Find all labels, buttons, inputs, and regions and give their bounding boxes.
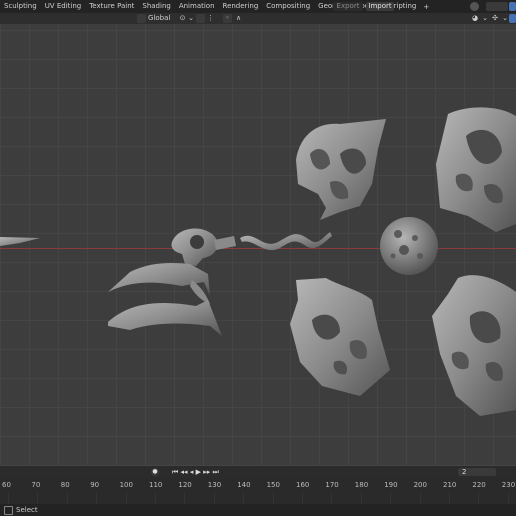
frame-tick-label: 60 (2, 481, 11, 489)
filter-icon[interactable] (509, 2, 516, 11)
add-workspace-button[interactable]: + (420, 3, 432, 11)
workspace-tab[interactable]: Sculpting (0, 0, 41, 13)
frame-tick-label: 80 (60, 481, 70, 489)
frame-tick-label: 230 (501, 481, 516, 489)
frame-tick-label: 200 (413, 481, 427, 489)
viewport-header: Global ⌄ ⊙ ⌄ ⋮ ◦ ∧ ◕ ⌄ ✣ ⌄ (0, 13, 516, 31)
frame-tick-label: 90 (90, 481, 100, 489)
sphere-object[interactable] (380, 217, 438, 275)
gizmo-icon[interactable]: ✣ (490, 14, 500, 23)
status-bar: Select (0, 504, 516, 516)
rock-upper-right[interactable] (436, 107, 516, 232)
frame-tick-label: 170 (325, 481, 339, 489)
mouse-icon (4, 506, 13, 515)
claw-object[interactable] (108, 228, 236, 336)
visibility-icon[interactable]: ◕ (470, 14, 480, 23)
workspace-bar: Sculpting UV Editing Texture Paint Shading A… (0, 0, 516, 13)
frame-gridline (243, 492, 245, 504)
workspace-tab[interactable]: Compositing (262, 0, 314, 13)
chevron-down-icon[interactable]: ⌄ (502, 14, 508, 23)
frame-gridline (37, 492, 39, 504)
frame-gridline (507, 492, 509, 504)
workspace-tab[interactable]: Texture Paint (85, 0, 138, 13)
frame-tick-label: 70 (31, 481, 41, 489)
workspace-tab[interactable]: Rendering (219, 0, 263, 13)
frame-gridline (184, 492, 186, 504)
3d-viewport[interactable] (0, 24, 516, 466)
frame-tick-label: 100 (119, 481, 133, 489)
frame-gridline (449, 492, 450, 504)
frame-gridline (478, 492, 480, 504)
rock-lower-left[interactable] (290, 278, 390, 396)
frame-gridline (8, 492, 9, 504)
frame-gridline (302, 492, 303, 504)
timeline-header: ● ⏮ ◂◂ ◂ ▶ ▸▸ ⏭ 2 (0, 466, 516, 478)
frame-gridline (125, 492, 127, 504)
frame-tick-label: 160 (296, 481, 310, 489)
frame-tick-label: 120 (178, 481, 192, 489)
rock-lower-right[interactable] (432, 275, 516, 416)
frame-tick-label: 140 (237, 481, 251, 489)
proportional-edit-icon[interactable]: ◦ (223, 14, 232, 23)
prev-keyframe-icon[interactable]: ◂◂ (181, 468, 188, 476)
pivot-point-icon[interactable]: ⊙ (178, 14, 187, 23)
frame-gridline (390, 492, 392, 504)
snap-target-icon[interactable]: ⋮ (206, 14, 215, 23)
falloff-icon[interactable]: ∧ (234, 14, 243, 23)
chevron-down-icon[interactable]: ⌄ (188, 14, 194, 23)
blade-object[interactable] (0, 237, 40, 246)
frame-tick-label: 220 (472, 481, 486, 489)
workspace-tab[interactable]: UV Editing (41, 0, 86, 13)
play-reverse-icon[interactable]: ◂ (190, 468, 194, 476)
workspace-tab[interactable]: Animation (175, 0, 219, 13)
playback-controls: ⏮ ◂◂ ◂ ▶ ▸▸ ⏭ (172, 468, 219, 476)
frame-tick-label: 180 (354, 481, 369, 489)
overlays-icon[interactable] (509, 14, 516, 23)
workspace-tab[interactable]: Shading (138, 0, 174, 13)
scene-icon[interactable] (470, 2, 479, 11)
frame-tick-label: 210 (443, 481, 457, 489)
frame-ruler[interactable]: 60 70 80 90 100 110 120 130 140 150 160 170 180 190 20… (0, 478, 516, 504)
ribbon-object[interactable] (240, 232, 332, 251)
frame-tick-label: 130 (207, 481, 222, 489)
chevron-down-icon[interactable]: ⌄ (482, 14, 488, 23)
import-button[interactable]: Import (366, 2, 394, 11)
rock-upper-left[interactable] (296, 119, 386, 220)
frame-gridline (155, 492, 156, 504)
scene-objects (0, 107, 516, 416)
play-icon[interactable]: ▶ (196, 468, 201, 476)
frame-gridline (331, 492, 333, 504)
jump-end-icon[interactable]: ⏭ (212, 468, 218, 476)
orientation-dropdown[interactable]: Global ⌄ (148, 14, 175, 31)
frame-gridline (96, 492, 98, 504)
record-icon[interactable]: ● (151, 468, 159, 476)
jump-start-icon[interactable]: ⏮ (172, 468, 178, 476)
orientation-label: Global (148, 14, 171, 22)
frame-gridline (213, 492, 215, 504)
export-button[interactable]: Export (333, 2, 363, 11)
frame-gridline (272, 492, 274, 504)
snap-icon[interactable] (196, 14, 205, 23)
view-layer-selector[interactable] (486, 2, 508, 11)
current-frame-field[interactable]: 2 (458, 468, 496, 476)
frame-gridline (419, 492, 421, 504)
frame-tick-label: 150 (266, 481, 280, 489)
transform-orientation-icon[interactable] (137, 14, 146, 23)
frame-tick-label: 110 (149, 481, 163, 489)
frame-gridline (66, 492, 68, 504)
frame-tick-label: 190 (384, 481, 398, 489)
next-keyframe-icon[interactable]: ▸▸ (203, 468, 210, 476)
frame-gridline (360, 492, 362, 504)
status-select-label: Select (16, 506, 38, 514)
